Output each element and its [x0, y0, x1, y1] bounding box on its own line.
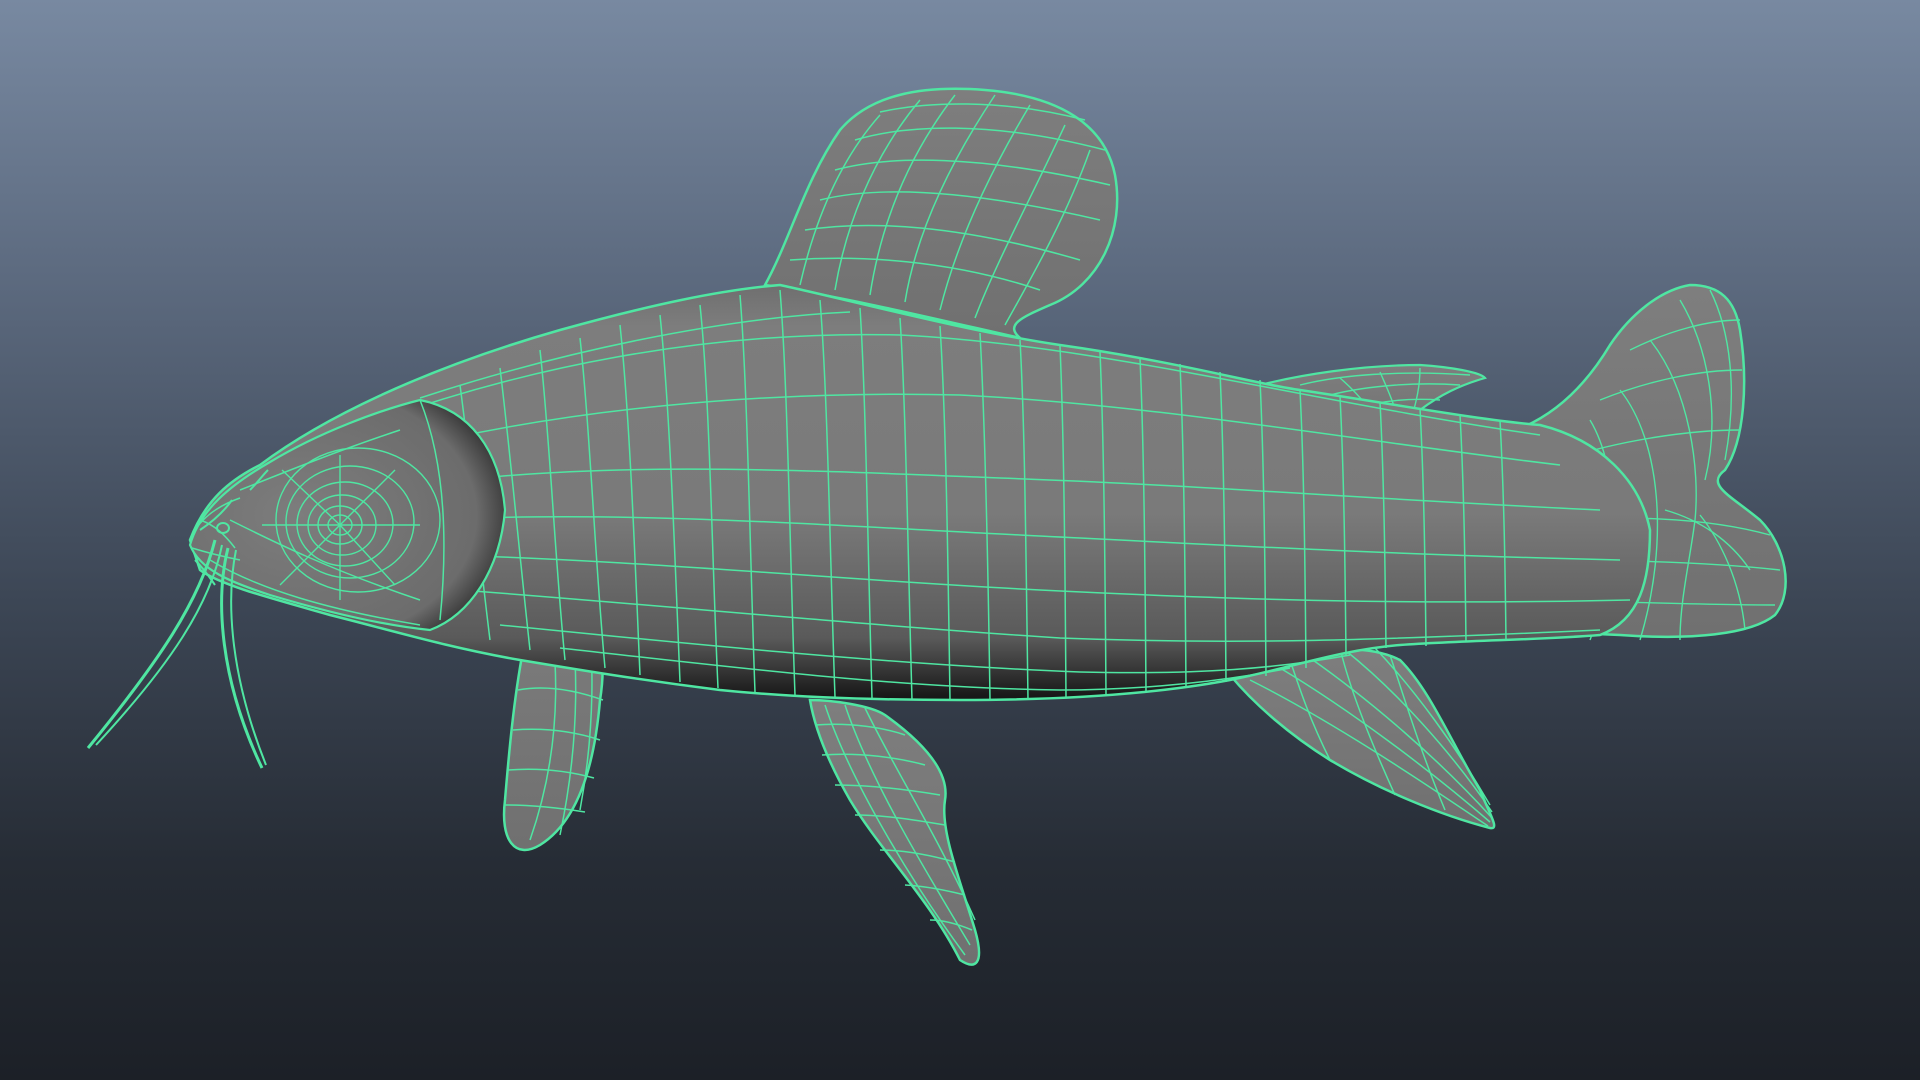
viewport-scene[interactable] — [0, 0, 1920, 1080]
3d-viewport[interactable] — [0, 0, 1920, 1080]
pelvic-fin[interactable] — [808, 698, 981, 966]
anal-fin[interactable] — [1227, 647, 1496, 830]
fish-head[interactable] — [188, 398, 507, 632]
